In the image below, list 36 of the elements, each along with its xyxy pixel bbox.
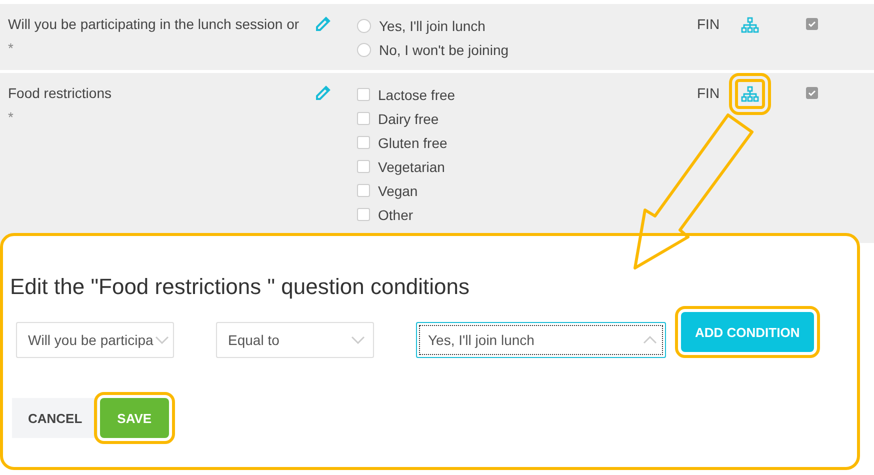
option-label: Gluten free [378,134,448,150]
option-label: Yes, I'll join lunch [379,18,486,34]
option-label: Vegan [378,182,418,198]
cancel-button[interactable]: CANCEL [12,398,98,438]
pencil-icon[interactable] [315,16,331,32]
pencil-icon[interactable] [315,85,331,101]
required-mark: * [8,109,14,125]
radio-button[interactable] [357,42,371,56]
operator-select[interactable]: Equal to [216,322,374,358]
answer-select[interactable]: Yes, I'll join lunch [416,322,666,358]
checkbox[interactable] [806,18,818,30]
language-code: FIN [697,16,721,34]
question-label: Food restrictions [8,85,112,101]
checkbox[interactable] [357,136,370,149]
chevron-icon [351,336,365,344]
hierarchy-icon[interactable] [741,17,759,33]
option-label: Dairy free [378,110,439,126]
language-code: FIN [697,85,721,103]
radio-button[interactable] [357,18,371,32]
question-label: Will you be participating in the lunch session or [8,16,298,32]
hierarchy-icon[interactable] [741,86,759,102]
checkbox[interactable] [357,184,370,197]
checkbox[interactable] [357,208,370,221]
required-mark: * [8,40,14,56]
checkbox[interactable] [357,160,370,173]
panel-title: Edit the "Food restrictions " question conditions [10,274,471,300]
option-label: Lactose free [378,86,456,102]
option-label: Other [378,206,414,222]
checkbox[interactable] [806,87,818,99]
option-label: No, I won't be joining [379,42,509,58]
checkbox[interactable] [357,88,370,101]
chevron-icon [643,336,657,344]
chevron-icon [155,336,170,344]
checkbox[interactable] [357,112,370,125]
question-select[interactable]: Will you be participa [16,322,174,358]
option-label: Vegetarian [378,158,445,174]
